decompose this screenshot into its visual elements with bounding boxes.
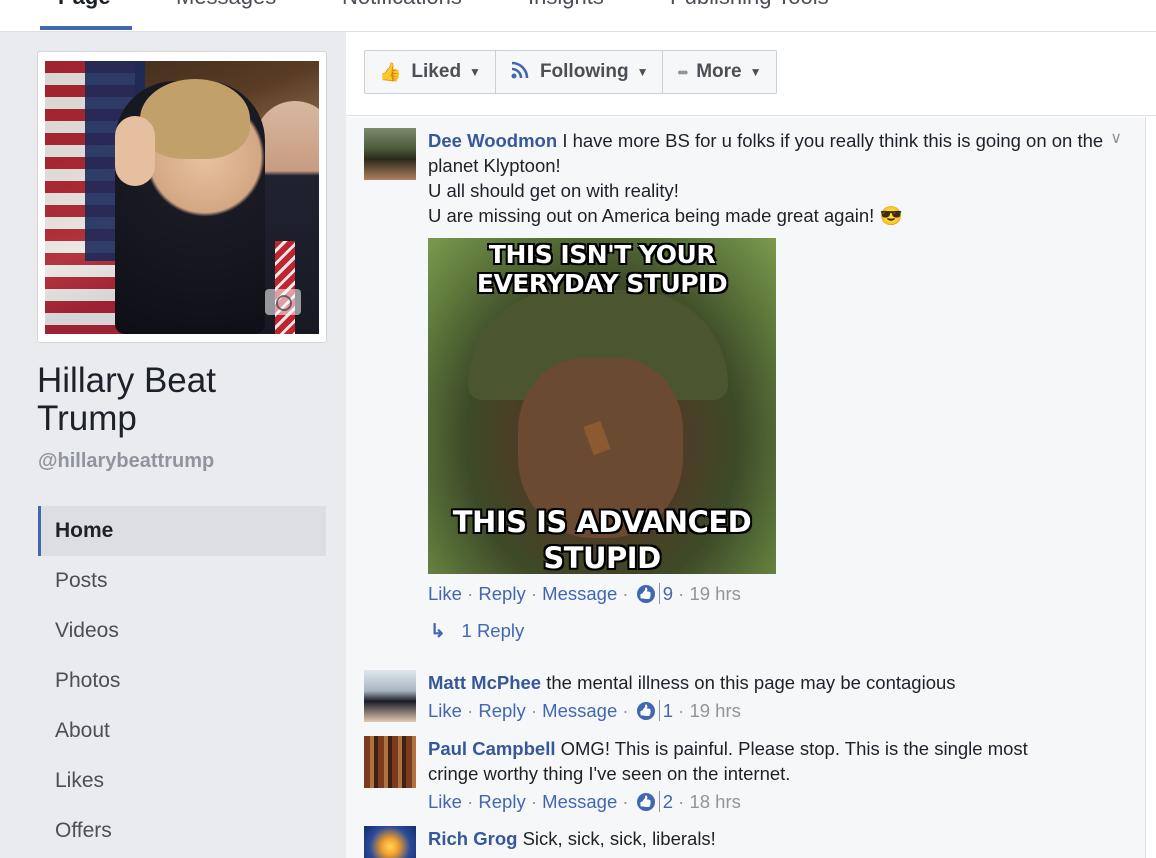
tab-messages[interactable]: Messages bbox=[176, 0, 276, 10]
reply-link[interactable]: Reply bbox=[478, 700, 525, 721]
page-action-bar: 👍 Liked ▼ Following ▼ ••• More ▼ bbox=[346, 32, 1156, 116]
hair bbox=[140, 79, 250, 159]
like-count[interactable]: 1 bbox=[658, 700, 673, 721]
chevron-down-icon: ▼ bbox=[749, 65, 762, 79]
avatar[interactable] bbox=[364, 826, 416, 858]
nav-item-likes[interactable]: Likes bbox=[38, 756, 326, 806]
profile-picture-frame[interactable] bbox=[37, 51, 327, 343]
liked-label: Liked bbox=[411, 61, 462, 82]
reply-arrow-icon: ↳ bbox=[430, 620, 446, 641]
timestamp[interactable]: 18 hrs bbox=[689, 791, 740, 812]
ellipsis-icon: ••• bbox=[677, 64, 688, 80]
comments-list: Dee Woodmon I have more BS for u folks i… bbox=[346, 117, 1146, 858]
comment-actions: Like · Reply · Message · 1 · 19 hrs bbox=[428, 699, 1118, 723]
tab-notifications[interactable]: Notifications bbox=[342, 0, 462, 10]
replies-label[interactable]: 1 Reply bbox=[462, 620, 525, 641]
message-link[interactable]: Message bbox=[542, 700, 617, 721]
comment-body: Matt McPhee the mental illness on this p… bbox=[428, 670, 1118, 723]
comment-body: Rich Grog Sick, sick, sick, liberals! bbox=[428, 826, 1118, 851]
rss-icon bbox=[510, 60, 530, 85]
nav-item-videos[interactable]: Videos bbox=[38, 606, 326, 656]
comment-body: Dee Woodmon I have more BS for u folks i… bbox=[428, 128, 1118, 643]
page-tabs: Page Messages Notifications Insights Pub… bbox=[0, 0, 1156, 32]
liked-button[interactable]: 👍 Liked ▼ bbox=[365, 51, 496, 93]
timestamp[interactable]: 19 hrs bbox=[689, 583, 740, 604]
like-count[interactable]: 9 bbox=[658, 583, 673, 604]
page-nav: Home Posts Videos Photos About Likes Off… bbox=[38, 506, 326, 856]
nav-item-offers[interactable]: Offers bbox=[38, 806, 326, 856]
more-button[interactable]: ••• More ▼ bbox=[663, 51, 775, 93]
message-link[interactable]: Message bbox=[542, 583, 617, 604]
thumbs-up-icon: 👍 bbox=[379, 61, 402, 82]
comment-author[interactable]: Matt McPhee bbox=[428, 672, 541, 693]
nav-item-posts[interactable]: Posts bbox=[38, 556, 326, 606]
comment-body: Paul Campbell OMG! This is painful. Plea… bbox=[428, 736, 1078, 814]
raised-hand bbox=[115, 116, 155, 186]
page-handle[interactable]: @hillarybeattrump bbox=[38, 450, 214, 473]
meme-image[interactable]: THIS ISN'T YOUR EVERYDAY STUPID THIS IS … bbox=[428, 238, 776, 574]
page-title: Hillary Beat Trump bbox=[37, 361, 216, 438]
chevron-down-icon[interactable]: ∨ bbox=[1110, 128, 1122, 148]
comment-actions: Like · Reply · Message · 2 · 18 hrs bbox=[428, 790, 1078, 814]
message-link[interactable]: Message bbox=[542, 791, 617, 812]
comment-text: U are missing out on America being made … bbox=[428, 205, 903, 226]
like-link[interactable]: Like bbox=[428, 583, 462, 604]
like-badge-icon[interactable] bbox=[636, 585, 655, 603]
reply-link[interactable]: Reply bbox=[478, 583, 525, 604]
reply-link[interactable]: Reply bbox=[478, 791, 525, 812]
like-link[interactable]: Like bbox=[428, 791, 462, 812]
like-link[interactable]: Like bbox=[428, 700, 462, 721]
like-badge-icon[interactable] bbox=[636, 702, 655, 720]
meme-top-text: THIS ISN'T YOUR EVERYDAY STUPID bbox=[476, 240, 728, 298]
left-column: Hillary Beat Trump @hillarybeattrump Hom… bbox=[0, 32, 345, 858]
comment-text: the mental illness on this page may be c… bbox=[546, 672, 956, 693]
nav-item-about[interactable]: About bbox=[38, 706, 326, 756]
scroll-gutter bbox=[1146, 117, 1156, 858]
comment-author[interactable]: Dee Woodmon bbox=[428, 130, 557, 151]
tab-page[interactable]: Page bbox=[58, 0, 111, 10]
more-label: More bbox=[696, 61, 742, 82]
main-column: 👍 Liked ▼ Following ▼ ••• More ▼ Dee Woo… bbox=[346, 32, 1156, 858]
comment-author[interactable]: Rich Grog bbox=[428, 828, 517, 849]
following-button[interactable]: Following ▼ bbox=[496, 51, 664, 93]
camera-icon[interactable] bbox=[265, 289, 301, 315]
profile-picture[interactable] bbox=[45, 61, 319, 334]
like-count[interactable]: 2 bbox=[658, 791, 673, 812]
meme-bottom-text: THIS IS ADVANCED STUPID bbox=[452, 505, 752, 574]
view-replies[interactable]: ↳ 1 Reply bbox=[428, 618, 1118, 643]
comment-text: U all should get on with reality! bbox=[428, 180, 679, 201]
chevron-down-icon: ▼ bbox=[636, 65, 649, 79]
comment-actions: Like · Reply · Message · 9 · 19 hrs bbox=[428, 582, 1118, 606]
nav-item-home[interactable]: Home bbox=[38, 506, 326, 556]
comment-text: Sick, sick, sick, liberals! bbox=[522, 828, 716, 849]
avatar[interactable] bbox=[364, 128, 416, 180]
avatar[interactable] bbox=[364, 736, 416, 788]
comment-author[interactable]: Paul Campbell bbox=[428, 738, 555, 759]
following-label: Following bbox=[539, 61, 629, 82]
action-button-group: 👍 Liked ▼ Following ▼ ••• More ▼ bbox=[364, 50, 777, 94]
chevron-down-icon: ▼ bbox=[469, 65, 481, 79]
nav-item-photos[interactable]: Photos bbox=[38, 656, 326, 706]
tab-insights[interactable]: Insights bbox=[528, 0, 604, 10]
tab-publishing-tools[interactable]: Publishing Tools bbox=[670, 0, 829, 10]
striped-tie bbox=[275, 241, 295, 334]
active-tab-indicator bbox=[40, 26, 132, 30]
avatar[interactable] bbox=[364, 670, 416, 722]
timestamp[interactable]: 19 hrs bbox=[689, 700, 740, 721]
like-badge-icon[interactable] bbox=[636, 793, 655, 811]
